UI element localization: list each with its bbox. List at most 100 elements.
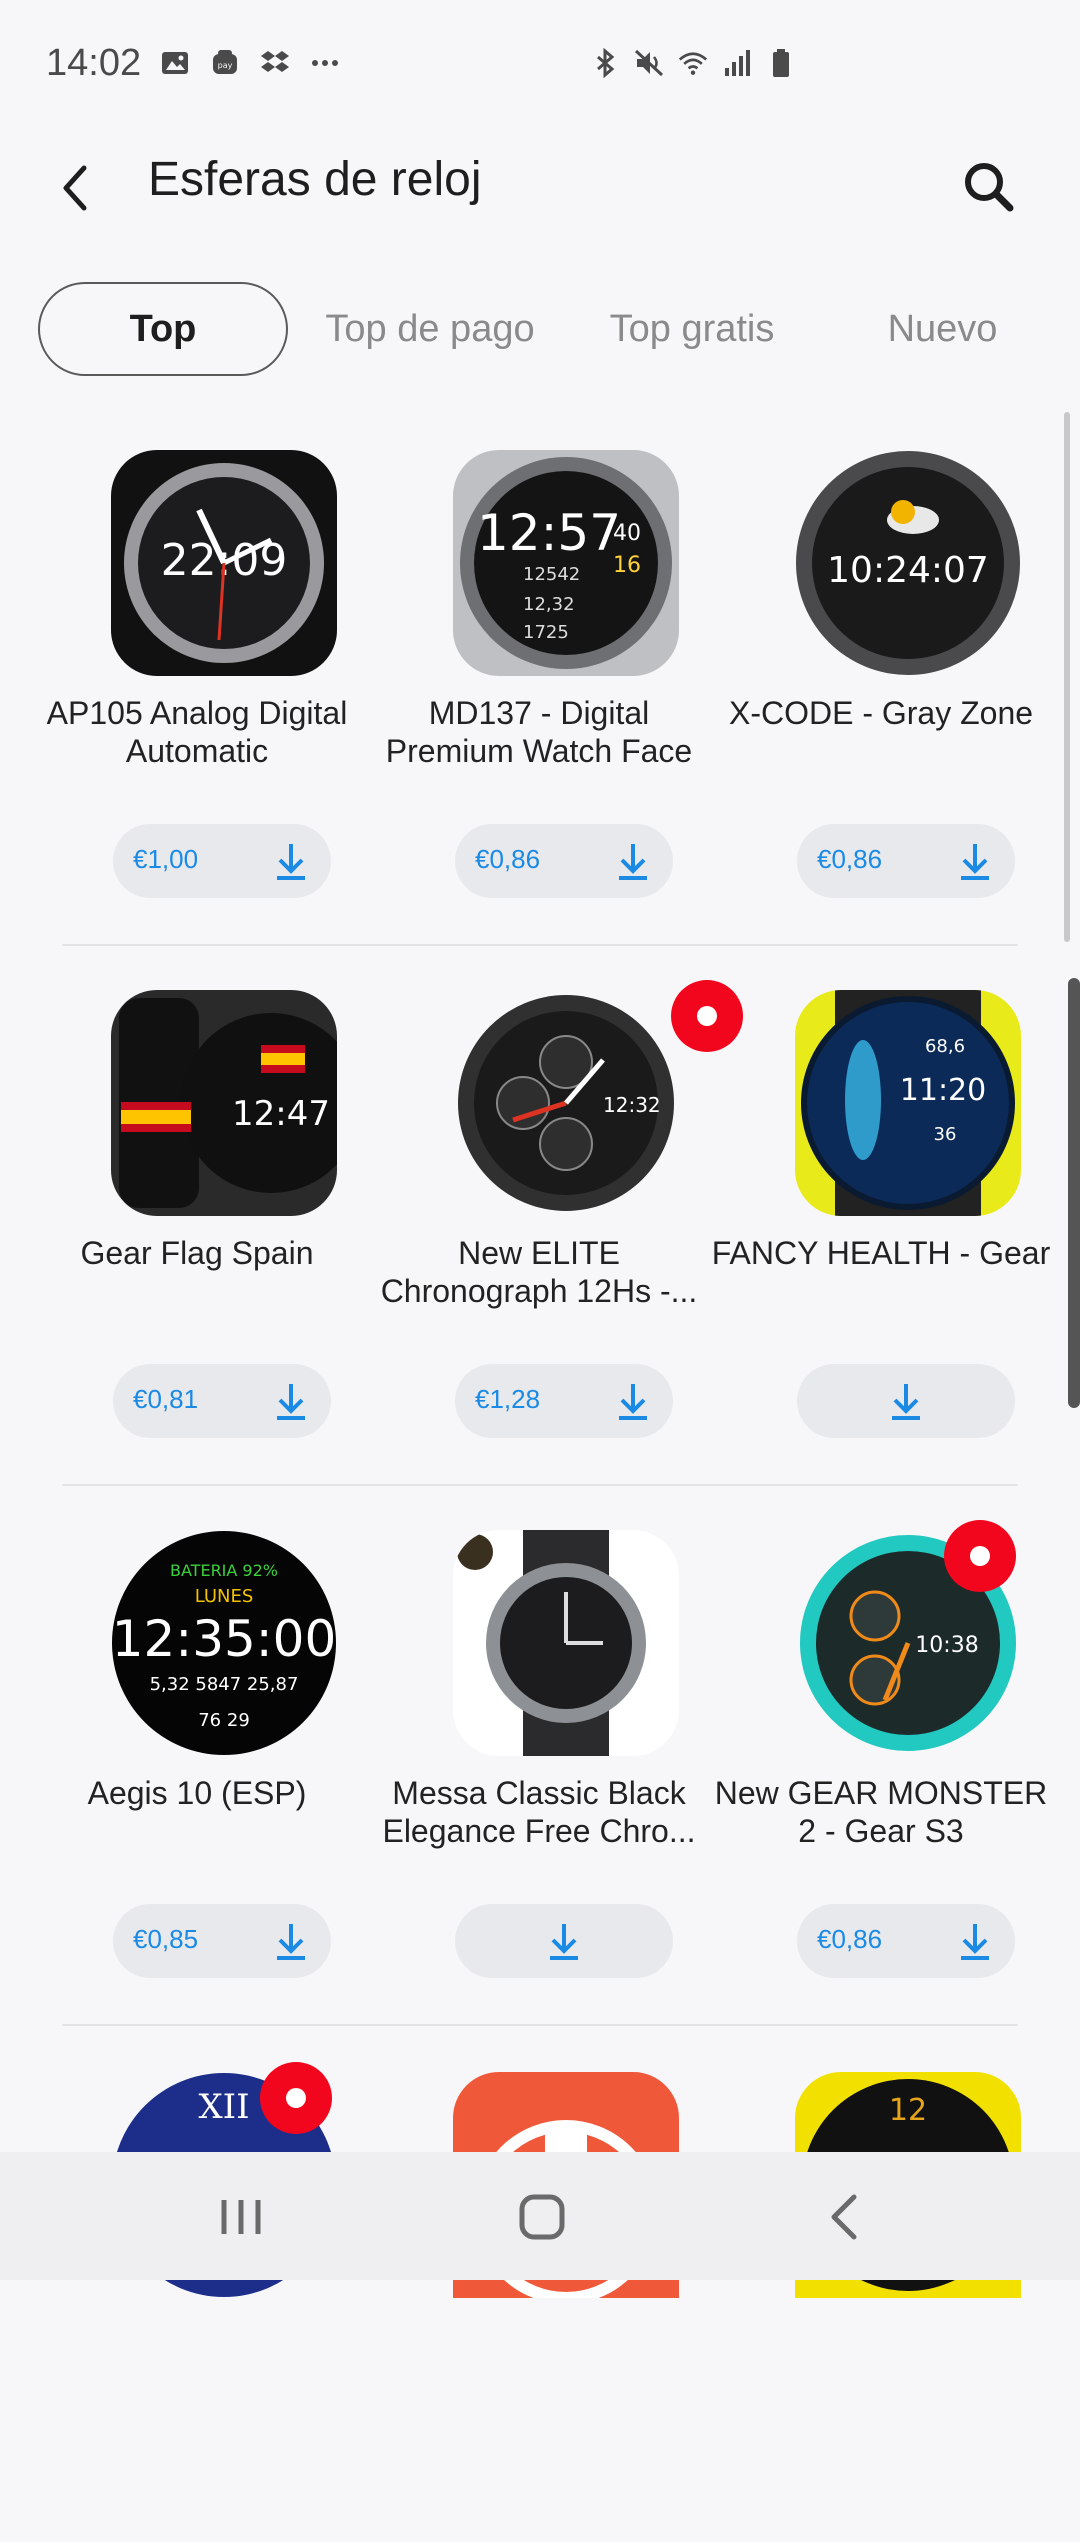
- svg-text:1725: 1725: [523, 622, 569, 643]
- app-card[interactable]: Messa Classic Black Elegance Free Chro..…: [368, 1520, 710, 2000]
- svg-text:68,6: 68,6: [925, 1036, 965, 1057]
- tab-top-de-pago[interactable]: Top de pago: [310, 282, 550, 376]
- app-card[interactable]: 11:20 68,6 36 FANCY HEALTH - Gear: [710, 980, 1052, 1460]
- download-icon: [892, 1384, 920, 1420]
- app-name: AP105 Analog Digital Automatic: [46, 695, 348, 769]
- app-name: Messa Classic Black Elegance Free Chro..…: [382, 1775, 696, 1849]
- app-card[interactable]: BATERIA 92% LUNES 12:35:00 5,32 5847 25,…: [26, 1520, 368, 2000]
- app-header: Esferas de reloj: [0, 130, 1080, 240]
- svg-text:5,32 5847 25,87: 5,32 5847 25,87: [150, 1674, 299, 1695]
- row-divider: [62, 1484, 1018, 1486]
- app-name: New GEAR MONSTER 2 - Gear S3: [714, 1775, 1048, 1849]
- tab-top-gratis[interactable]: Top gratis: [582, 282, 802, 376]
- scrollbar-thumb[interactable]: [1068, 978, 1080, 1408]
- app-thumbnail: 11:20 68,6 36: [795, 990, 1021, 1216]
- app-name: New ELITE Chronograph 12Hs -...: [380, 1235, 698, 1309]
- download-icon: [277, 844, 305, 880]
- tab-nuevo[interactable]: Nuevo: [860, 282, 1025, 376]
- download-icon: [277, 1384, 305, 1420]
- new-badge: [944, 1520, 1016, 1592]
- app-name: Aegis 10 (ESP): [87, 1775, 307, 1811]
- app-thumbnail: 22:09: [111, 450, 337, 676]
- app-card[interactable]: 22:09 AP105 Analog Digital Automatic €1,…: [26, 440, 368, 920]
- back-icon[interactable]: [810, 2184, 880, 2250]
- app-thumbnail: [453, 1530, 679, 1756]
- tab-bar: Top Top de pago Top gratis Nuevo: [0, 282, 1080, 378]
- app-price: €0,86: [475, 844, 541, 874]
- dropbox-icon: [261, 51, 289, 72]
- app-card[interactable]: 10:24:07 X-CODE - Gray Zone €0,86: [710, 440, 1052, 920]
- svg-text:12:32: 12:32: [603, 1093, 661, 1117]
- app-price: €0,86: [817, 844, 883, 874]
- bluetooth-icon: [597, 48, 615, 78]
- app-thumbnail: 12:32: [453, 990, 679, 1216]
- price-download-button[interactable]: €0,86: [797, 1904, 1015, 1978]
- image-icon: [162, 52, 188, 74]
- tab-top[interactable]: Top: [38, 282, 288, 376]
- status-bar: 14:02 pay: [0, 0, 1080, 130]
- app-thumbnail: 10:24:07: [795, 450, 1021, 676]
- price-download-button[interactable]: €1,00: [113, 824, 331, 898]
- app-card[interactable]: 10:38 New GEAR MONSTER 2 - Gear S3 €0,86: [710, 1520, 1052, 2000]
- app-name: X-CODE - Gray Zone: [728, 695, 1034, 731]
- app-thumbnail: 12:57 40 16 12542 12,32 1725: [453, 450, 679, 676]
- app-card[interactable]: 12:57 40 16 12542 12,32 1725 MD137 - Dig…: [368, 440, 710, 920]
- svg-text:12:57: 12:57: [477, 504, 621, 562]
- price-download-button[interactable]: €1,28: [455, 1364, 673, 1438]
- home-icon[interactable]: [507, 2184, 577, 2250]
- scrollbar-track[interactable]: [1064, 412, 1070, 942]
- price-download-button[interactable]: €0,86: [455, 824, 673, 898]
- svg-text:12: 12: [889, 2093, 927, 2128]
- app-name: MD137 - Digital Premium Watch Face: [385, 695, 693, 769]
- svg-text:76 29: 76 29: [198, 1710, 250, 1731]
- svg-text:LUNES: LUNES: [195, 1586, 254, 1607]
- price-download-button[interactable]: €0,86: [797, 824, 1015, 898]
- svg-text:XII: XII: [198, 2087, 249, 2127]
- app-price: €1,28: [475, 1384, 541, 1414]
- app-thumbnail: 12:47: [111, 990, 337, 1216]
- svg-text:12,32: 12,32: [523, 594, 575, 615]
- app-card[interactable]: 12:47 Gear Flag Spain €0,81: [26, 980, 368, 1460]
- system-nav-bar: [0, 2152, 1080, 2280]
- download-button[interactable]: [797, 1364, 1015, 1438]
- download-icon: [619, 1384, 647, 1420]
- app-thumbnail: BATERIA 92% LUNES 12:35:00 5,32 5847 25,…: [111, 1530, 337, 1756]
- samsung-pay-icon: pay: [213, 50, 237, 74]
- signal-icon: [725, 50, 750, 76]
- app-card[interactable]: 12: [710, 2062, 1052, 2542]
- svg-text:10:38: 10:38: [915, 1633, 978, 1658]
- app-card[interactable]: [368, 2062, 710, 2542]
- download-icon: [961, 844, 989, 880]
- new-badge: [260, 2062, 332, 2134]
- price-download-button[interactable]: €0,85: [113, 1904, 331, 1978]
- app-price: €1,00: [133, 844, 199, 874]
- more-icon: [312, 60, 338, 66]
- back-arrow-icon[interactable]: [48, 158, 108, 218]
- mute-icon: [634, 49, 664, 77]
- app-price: €0,81: [133, 1384, 199, 1414]
- app-name: FANCY HEALTH - Gear: [711, 1235, 1051, 1271]
- search-icon[interactable]: [958, 156, 1018, 216]
- download-icon: [277, 1924, 305, 1960]
- download-icon: [550, 1924, 578, 1960]
- svg-text:40: 40: [613, 521, 641, 546]
- row-divider: [62, 2024, 1018, 2026]
- row-divider: [62, 944, 1018, 946]
- download-icon: [961, 1924, 989, 1960]
- download-icon: [619, 844, 647, 880]
- svg-text:16: 16: [613, 553, 641, 578]
- app-price: €0,86: [817, 1924, 883, 1954]
- svg-text:pay: pay: [218, 61, 233, 70]
- svg-text:BATERIA 92%: BATERIA 92%: [170, 1561, 278, 1580]
- app-name: Gear Flag Spain: [80, 1235, 314, 1271]
- svg-text:12:35:00: 12:35:00: [112, 1610, 337, 1668]
- download-button[interactable]: [455, 1904, 673, 1978]
- wifi-icon: [678, 52, 708, 75]
- svg-text:10:24:07: 10:24:07: [827, 550, 989, 591]
- recents-icon[interactable]: [206, 2184, 276, 2250]
- price-download-button[interactable]: €0,81: [113, 1364, 331, 1438]
- status-time: 14:02: [46, 42, 142, 84]
- app-card[interactable]: XII: [26, 2062, 368, 2542]
- app-card[interactable]: 12:32 New ELITE Chronograph 12Hs -... €1…: [368, 980, 743, 1460]
- page-title: Esferas de reloj: [148, 153, 482, 206]
